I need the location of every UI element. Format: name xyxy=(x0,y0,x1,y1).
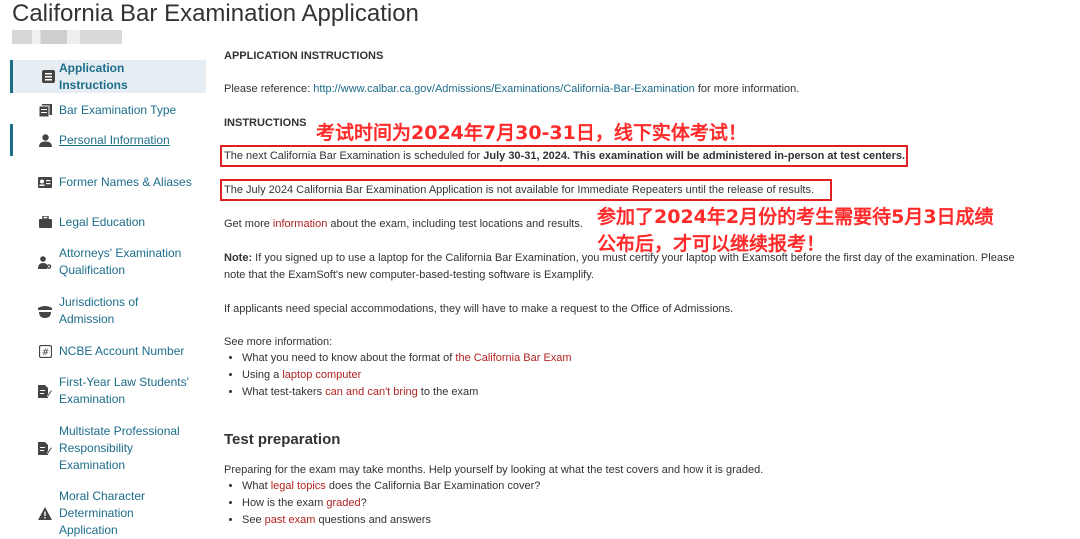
sidebar-item-mpre[interactable]: Multistate Professional Responsibility E… xyxy=(10,422,203,474)
sidebar-item-bar-examination-type[interactable]: Bar Examination Type xyxy=(10,100,203,120)
reference-suffix: for more information. xyxy=(694,83,800,95)
next-exam-prefix: The next California Bar Examination is s… xyxy=(224,150,484,162)
list-item: What legal topics does the California Ba… xyxy=(242,478,540,495)
annotation-repeaters-line1: 参加了2024年2月份的考生需要待5月3日成绩 xyxy=(597,206,994,228)
list-item: See past exam questions and answers xyxy=(242,512,540,529)
warning-icon xyxy=(38,506,52,520)
annotation-repeaters-line2: 公布后，才可以继续报考！ xyxy=(597,233,826,255)
sidebar-item-label: First-Year Law Students' Examination xyxy=(59,375,189,406)
accommodations-text: If applicants need special accommodation… xyxy=(224,303,734,315)
sidebar-item-label: Attorneys' Examination Qualification xyxy=(59,246,182,277)
list-item-text: What you need to know about the format o… xyxy=(242,352,456,364)
sidebar-item-former-names[interactable]: Former Names & Aliases xyxy=(10,164,203,200)
note-line-2: note that the ExamSoft's new computer-ba… xyxy=(224,269,594,281)
past-exam-link[interactable]: past exam xyxy=(265,514,316,526)
sidebar-item-attorneys-examination[interactable]: Attorneys' Examination Qualification xyxy=(10,244,203,280)
graded-link[interactable]: graded xyxy=(326,497,360,509)
list-item: What you need to know about the format o… xyxy=(242,350,572,367)
california-bar-exam-link[interactable]: the California Bar Exam xyxy=(455,352,571,364)
sidebar-item-application-instructions[interactable]: Application Instructions xyxy=(10,60,206,93)
section-heading: APPLICATION INSTRUCTIONS xyxy=(224,50,384,62)
laptop-computer-link[interactable]: laptop computer xyxy=(282,369,361,381)
page-title: California Bar Examination Application xyxy=(12,0,419,27)
id-card-icon xyxy=(38,175,52,189)
list-item-text: Using a xyxy=(242,369,283,381)
test-preparation-heading: Test preparation xyxy=(224,431,341,448)
list-item-text: How is the exam xyxy=(242,497,327,509)
person-gear-icon xyxy=(38,255,52,269)
briefcase-icon xyxy=(38,215,52,229)
sidebar-item-label: Jurisdictions of Admission xyxy=(59,295,139,326)
sidebar-item-label: Personal Information xyxy=(59,132,170,147)
instructions-heading: INSTRUCTIONS xyxy=(224,117,307,129)
note-label: Note: xyxy=(224,252,253,264)
repeaters-text: The July 2024 California Bar Examination… xyxy=(224,184,815,196)
legal-topics-link[interactable]: legal topics xyxy=(271,480,326,492)
reference-prefix: Please reference: xyxy=(224,83,314,95)
sidebar-item-first-year-law-students[interactable]: First-Year Law Students' Examination xyxy=(10,373,203,409)
reference-line: Please reference: http://www.calbar.ca.g… xyxy=(224,82,799,97)
sidebar-item-jurisdictions[interactable]: Jurisdictions of Admission xyxy=(10,293,203,329)
list-item: What test-takers can and can't bring to … xyxy=(242,384,572,401)
sidebar-item-moral-character[interactable]: Moral Character Determination Applicatio… xyxy=(10,487,203,539)
list-item: How is the exam graded? xyxy=(242,495,540,512)
document-pen-icon xyxy=(38,441,52,455)
next-exam-date: July 30-31, 2024. This examination will … xyxy=(483,150,906,162)
courthouse-icon xyxy=(38,304,52,318)
sidebar-item-label: Former Names & Aliases xyxy=(59,174,192,189)
list-item-suffix: does the California Bar Examination cove… xyxy=(325,480,541,492)
sidebar-item-label: Legal Education xyxy=(59,214,146,229)
document-pen-icon xyxy=(38,384,52,398)
get-more-suffix: about the exam, including test locations… xyxy=(327,218,583,230)
list-item: Using a laptop computer xyxy=(242,367,572,384)
see-more-label: See more information: xyxy=(224,336,333,348)
sidebar-item-label: Multistate Professional Responsibility E… xyxy=(59,423,180,472)
sidebar-item-label: Bar Examination Type xyxy=(59,102,177,117)
person-icon xyxy=(38,133,52,147)
list-item-text: What xyxy=(242,480,271,492)
svg-text:#: # xyxy=(41,348,49,358)
test-prep-text: Preparing for the exam may take months. … xyxy=(224,464,764,476)
list-item-suffix: questions and answers xyxy=(315,514,431,526)
calbar-reference-link[interactable]: http://www.calbar.ca.gov/Admissions/Exam… xyxy=(313,83,695,95)
redacted-name xyxy=(12,30,122,44)
sidebar-item-label: Moral Character Determination Applicatio… xyxy=(59,488,146,537)
can-cant-bring-link[interactable]: can and can't bring xyxy=(325,386,418,398)
get-more-prefix: Get more xyxy=(224,218,273,230)
see-more-list: What you need to know about the format o… xyxy=(224,350,572,401)
list-icon xyxy=(41,70,55,84)
list-item-text: What test-takers xyxy=(242,386,326,398)
sidebar-item-ncbe-account[interactable]: # NCBE Account Number xyxy=(10,341,203,361)
list-item-text: See xyxy=(242,514,265,526)
sidebar-item-label: Application Instructions xyxy=(59,60,128,92)
next-exam-text: The next California Bar Examination is s… xyxy=(224,149,905,164)
list-item-suffix: ? xyxy=(360,497,367,509)
documents-icon xyxy=(38,103,52,117)
sidebar-item-label: NCBE Account Number xyxy=(59,343,185,358)
hash-icon: # xyxy=(38,344,52,358)
sidebar-item-legal-education[interactable]: Legal Education xyxy=(10,212,203,232)
sidebar-item-personal-information[interactable]: Personal Information xyxy=(10,124,206,156)
list-item-suffix: to the exam xyxy=(417,386,479,398)
annotation-exam-date: 考试时间为2024年7月30-31日，线下实体考试！ xyxy=(316,122,747,144)
test-prep-list: What legal topics does the California Ba… xyxy=(224,478,540,529)
get-more-line: Get more information about the exam, inc… xyxy=(224,217,583,232)
information-link[interactable]: information xyxy=(273,218,327,230)
